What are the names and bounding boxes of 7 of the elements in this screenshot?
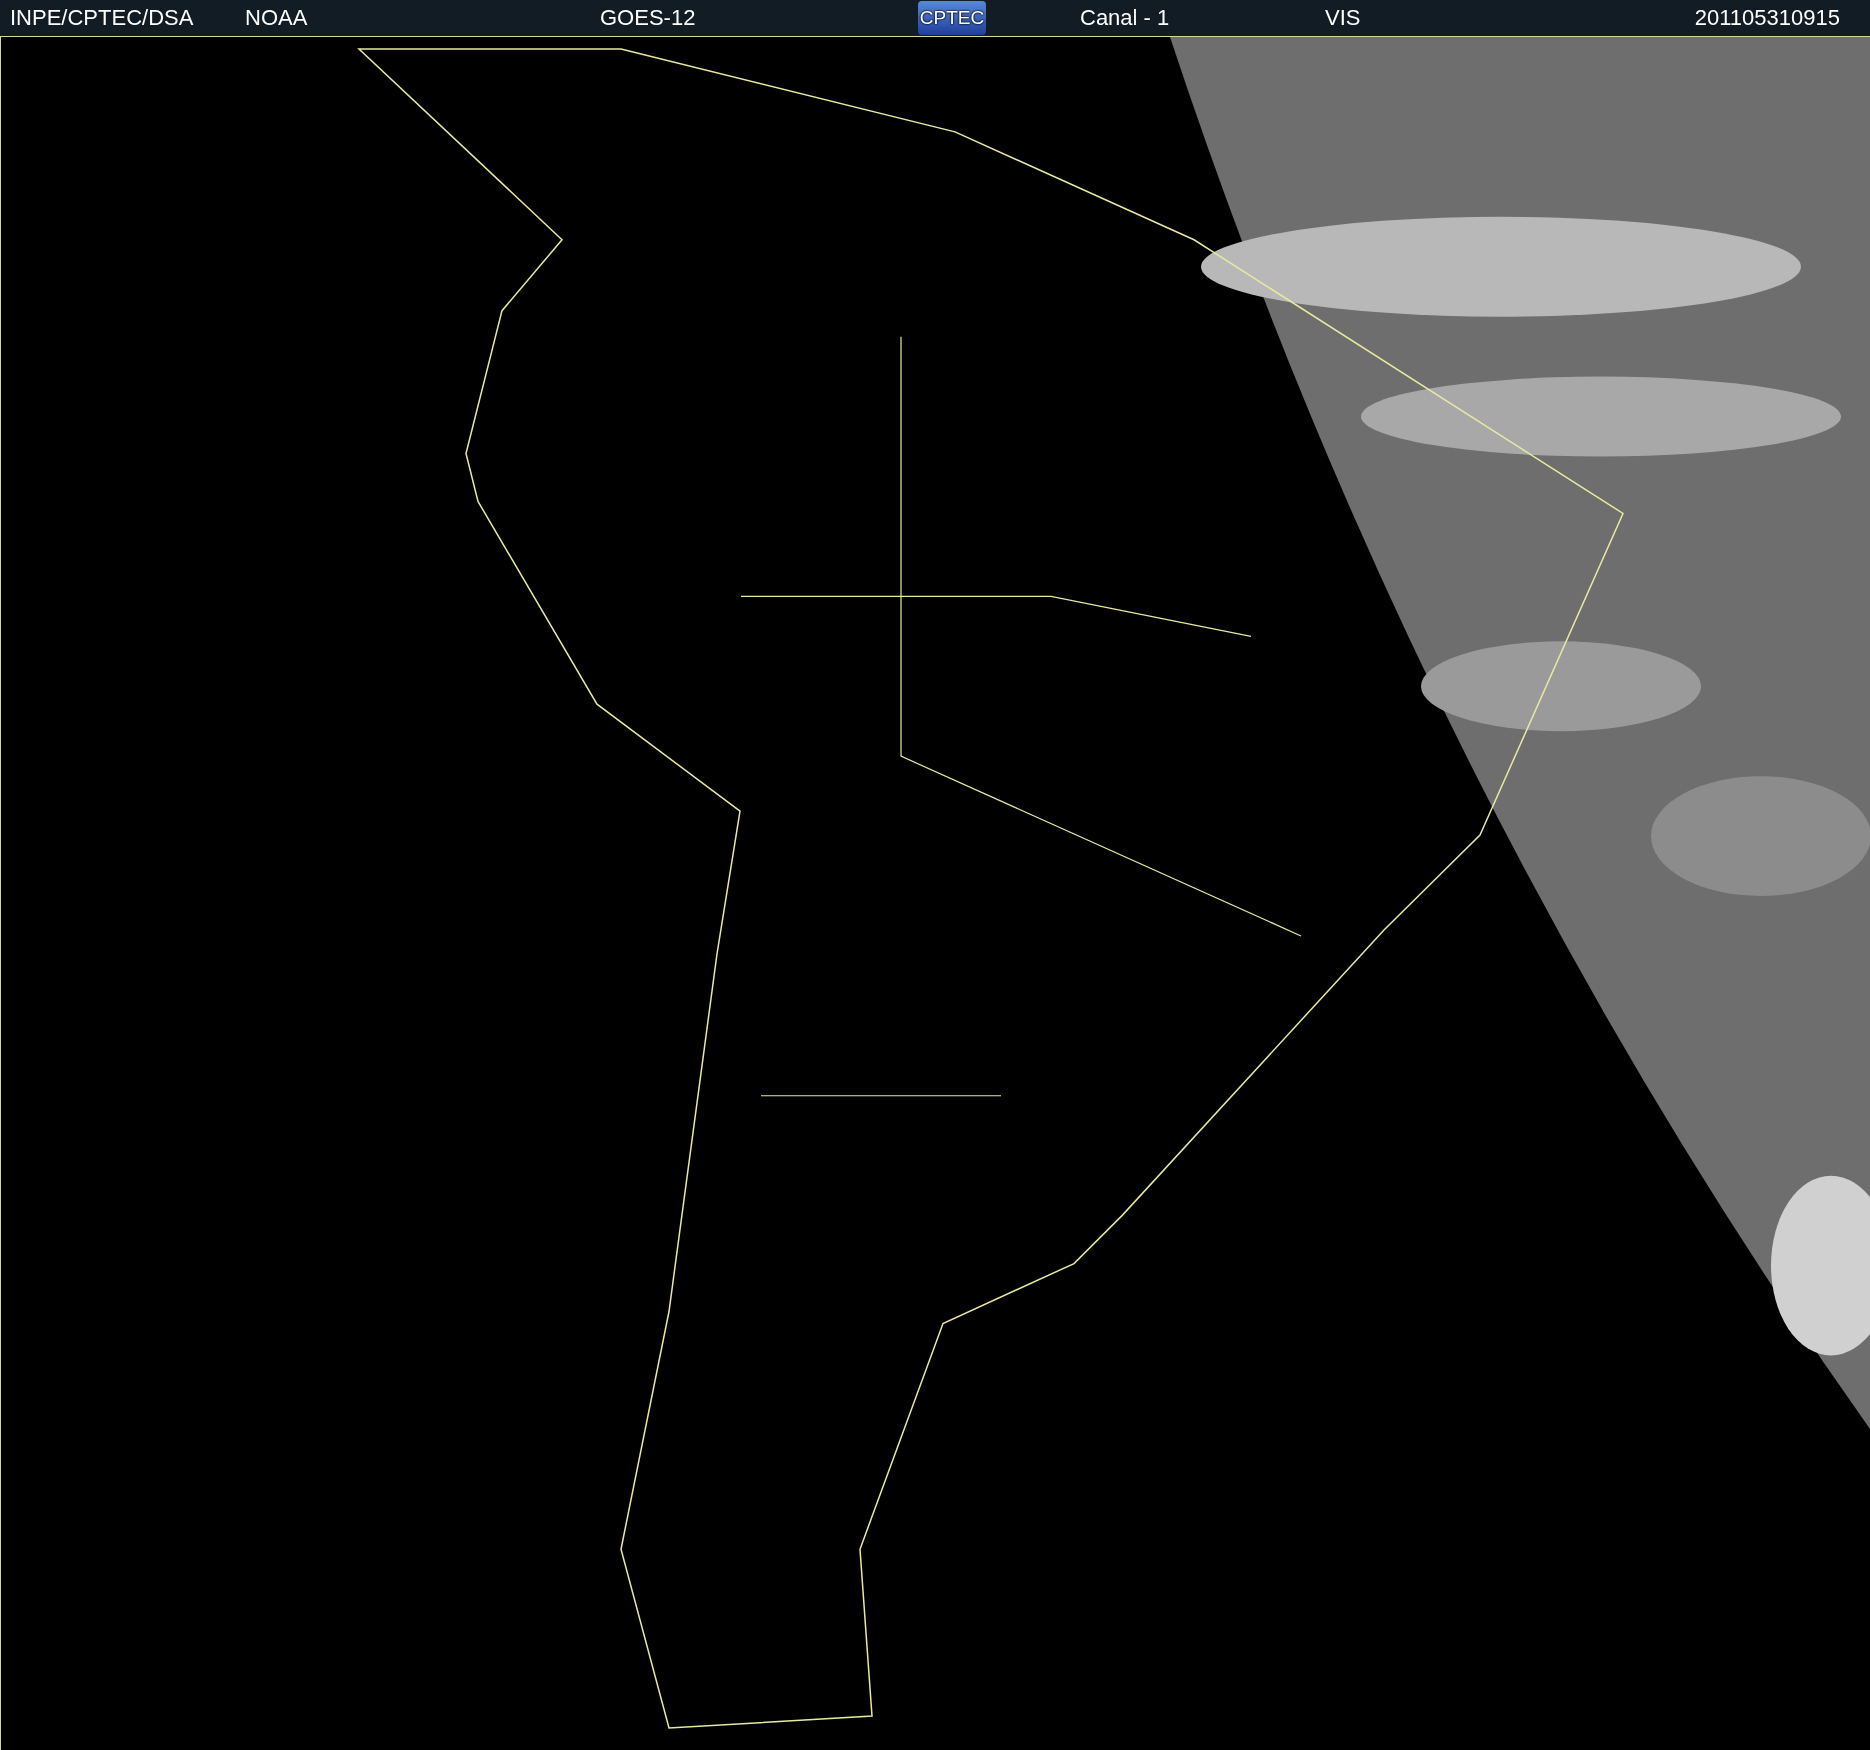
timestamp-label: 201105310915	[1694, 5, 1840, 31]
source-label: INPE/CPTEC/DSA	[10, 5, 195, 31]
logo: CPTEC	[918, 1, 986, 35]
satellite-label: GOES-12	[600, 5, 697, 31]
band-label: VIS	[1325, 5, 1362, 31]
channel-label: Canal - 1	[1080, 5, 1171, 31]
agency-label: NOAA	[245, 5, 309, 31]
